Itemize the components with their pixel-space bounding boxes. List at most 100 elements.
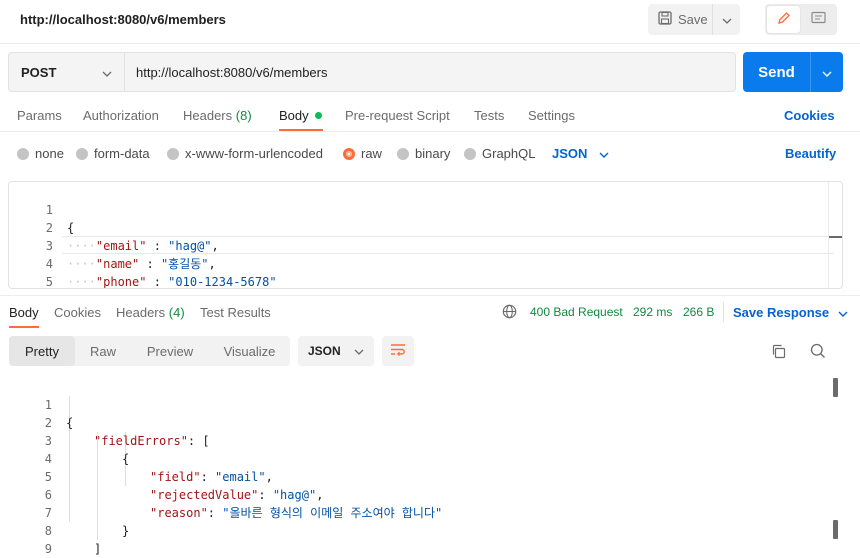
json-bracket: ] xyxy=(94,542,102,556)
method-select[interactable]: POST xyxy=(9,53,125,91)
response-view-group: Pretty Raw Preview Visualize xyxy=(9,336,290,366)
radio-dot xyxy=(397,147,409,160)
code-line: 1 { xyxy=(9,183,842,235)
edit-mode-button[interactable] xyxy=(767,6,800,33)
chevron-down-icon xyxy=(722,12,732,27)
radio-dot xyxy=(17,147,29,160)
save-group: Save xyxy=(648,4,740,35)
request-title[interactable]: http://localhost:8080/v6/members xyxy=(20,12,226,27)
json-key: "phone" xyxy=(95,275,147,289)
code-line: 2 "fieldErrors": [ xyxy=(8,396,843,448)
chevron-down-icon xyxy=(102,65,112,80)
response-size[interactable]: 266 B xyxy=(683,305,714,319)
wrap-lines-icon xyxy=(390,343,406,360)
response-tab-cookies[interactable]: Cookies xyxy=(54,305,101,320)
code-line: 5 } xyxy=(9,255,842,288)
code-line: 7 } xyxy=(8,486,843,538)
view-pretty-button[interactable]: Pretty xyxy=(9,336,75,366)
url-input[interactable]: http://localhost:8080/v6/members xyxy=(125,53,735,91)
search-icon[interactable] xyxy=(810,343,826,362)
tab-body-label: Body xyxy=(279,108,309,123)
code-text: ] xyxy=(94,540,101,558)
send-group: Send xyxy=(743,52,843,92)
response-tab-test-results[interactable]: Test Results xyxy=(200,305,271,320)
method-label: POST xyxy=(21,64,57,80)
body-indicator-dot xyxy=(315,112,323,119)
tab-headers[interactable]: Headers (8) xyxy=(183,108,252,123)
save-response-button[interactable]: Save Response xyxy=(733,305,848,320)
tab-pre-request-script[interactable]: Pre-request Script xyxy=(345,108,450,123)
code-line: 3 ····"name" : "홍길동", xyxy=(9,219,842,271)
radio-none-label: none xyxy=(35,146,64,161)
scrollbar-thumb[interactable] xyxy=(833,378,838,397)
view-visualize-button[interactable]: Visualize xyxy=(209,336,290,366)
copy-icon[interactable] xyxy=(771,344,786,362)
radio-graphql[interactable]: GraphQL xyxy=(464,146,535,161)
send-button[interactable]: Send xyxy=(743,52,810,92)
globe-icon[interactable] xyxy=(502,304,517,322)
save-button[interactable]: Save xyxy=(648,4,712,35)
radio-form-data[interactable]: form-data xyxy=(76,146,150,161)
code-line: 4 "field": "email", xyxy=(8,432,843,484)
radio-raw-label: raw xyxy=(361,146,382,161)
tab-tests[interactable]: Tests xyxy=(474,108,504,123)
radio-graphql-label: GraphQL xyxy=(482,146,536,161)
scroll-marker xyxy=(829,236,842,238)
response-format-select[interactable]: JSON xyxy=(298,336,374,366)
code-line: 9 } xyxy=(8,522,843,556)
json-value: "010-1234-5678" xyxy=(168,275,277,289)
tab-body[interactable]: Body xyxy=(279,108,323,123)
radio-dot xyxy=(167,147,179,160)
radio-urlencoded[interactable]: x-www-form-urlencoded xyxy=(167,146,323,161)
save-response-label: Save Response xyxy=(733,305,830,320)
cookies-link[interactable]: Cookies xyxy=(784,108,835,123)
chevron-down-icon xyxy=(822,65,832,80)
line-number: 9 xyxy=(44,542,52,556)
comment-icon xyxy=(811,11,826,28)
tab-authorization[interactable]: Authorization xyxy=(83,108,159,123)
editor-scrollbar[interactable] xyxy=(828,182,842,288)
status-code[interactable]: 400 Bad Request xyxy=(530,305,623,319)
view-raw-button[interactable]: Raw xyxy=(75,336,131,366)
response-body-viewer[interactable]: 1 { 2 "fieldErrors": [ 3 { 4 "field": "e… xyxy=(8,376,843,558)
tab-headers-count: (8) xyxy=(235,108,252,123)
top-bar: http://localhost:8080/v6/members Save xyxy=(0,0,860,44)
request-line: POST http://localhost:8080/v6/members xyxy=(8,52,736,92)
code-line: 6 "reason": "올바른 형식의 이메일 주소여야 합니다" xyxy=(8,468,843,520)
code-line: 3 { xyxy=(8,414,843,466)
save-label: Save xyxy=(678,12,708,27)
beautify-link[interactable]: Beautify xyxy=(785,146,836,161)
radio-none[interactable]: none xyxy=(17,146,64,161)
chevron-down-icon xyxy=(838,305,848,320)
save-icon xyxy=(658,11,672,28)
edit-mode-toggle xyxy=(765,4,837,35)
response-time[interactable]: 292 ms xyxy=(633,305,672,319)
scrollbar-thumb[interactable] xyxy=(833,520,838,539)
tab-settings[interactable]: Settings xyxy=(528,108,575,123)
code-line: 2 ····"email" : "hag@", xyxy=(9,201,842,253)
divider xyxy=(723,302,724,322)
pencil-icon xyxy=(777,11,791,28)
save-options-button[interactable] xyxy=(712,4,740,35)
radio-dot xyxy=(76,147,88,160)
response-divider xyxy=(0,295,860,296)
radio-form-data-label: form-data xyxy=(94,146,150,161)
request-tabs: Params Authorization Headers (8) Body Pr… xyxy=(0,101,860,131)
send-options-button[interactable] xyxy=(810,52,843,92)
radio-dot-selected xyxy=(343,147,355,160)
radio-binary-label: binary xyxy=(415,146,451,161)
response-tab-body[interactable]: Body xyxy=(9,305,39,320)
tab-params[interactable]: Params xyxy=(17,108,62,123)
view-preview-button[interactable]: Preview xyxy=(131,336,209,366)
comments-button[interactable] xyxy=(802,6,835,33)
chevron-down-icon xyxy=(354,344,364,358)
code-line: 5 "rejectedValue": "hag@", xyxy=(8,450,843,502)
radio-raw[interactable]: raw xyxy=(343,146,382,161)
body-type-selector: none form-data x-www-form-urlencoded raw… xyxy=(0,141,860,163)
response-tab-headers[interactable]: Headers (4) xyxy=(116,305,185,320)
response-headers-count: (4) xyxy=(168,305,185,320)
wrap-lines-button[interactable] xyxy=(382,336,414,366)
request-body-editor[interactable]: 1 { 2 ····"email" : "hag@", 3 ····"name"… xyxy=(8,181,843,289)
radio-binary[interactable]: binary xyxy=(397,146,450,161)
language-select[interactable]: JSON xyxy=(552,146,609,161)
